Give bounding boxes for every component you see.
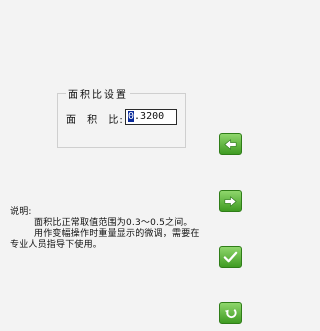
- group-title: 面积比设置: [66, 86, 130, 101]
- note-line-usage: 用作变幅操作时重量显示的微调，需要在专业人员指导下使用。: [10, 229, 200, 250]
- return-icon: [224, 308, 237, 318]
- check-icon: [223, 251, 238, 262]
- area-ratio-input[interactable]: 0.3200: [125, 109, 177, 125]
- note-line-range: 面积比正常取值范围为0.3～0.5之间。: [34, 218, 193, 228]
- confirm-button[interactable]: [219, 246, 242, 268]
- arrow-left-icon: [224, 138, 237, 150]
- arrow-right-icon: [224, 195, 237, 207]
- help-note: 说明: 面积比正常取值范围为0.3～0.5之间。 用作变幅操作时重量显示的微调，…: [10, 207, 200, 251]
- settings-screen: 面积比设置 面 积 比: 0.3200 说明: 面积比正常取值范围为0.3～0.…: [0, 0, 249, 331]
- return-button[interactable]: [219, 302, 242, 324]
- area-ratio-label: 面 积 比:: [66, 115, 124, 126]
- input-value: .3200: [134, 111, 165, 122]
- note-title: 说明:: [10, 207, 32, 217]
- next-button[interactable]: [219, 190, 242, 212]
- back-button[interactable]: [219, 133, 242, 155]
